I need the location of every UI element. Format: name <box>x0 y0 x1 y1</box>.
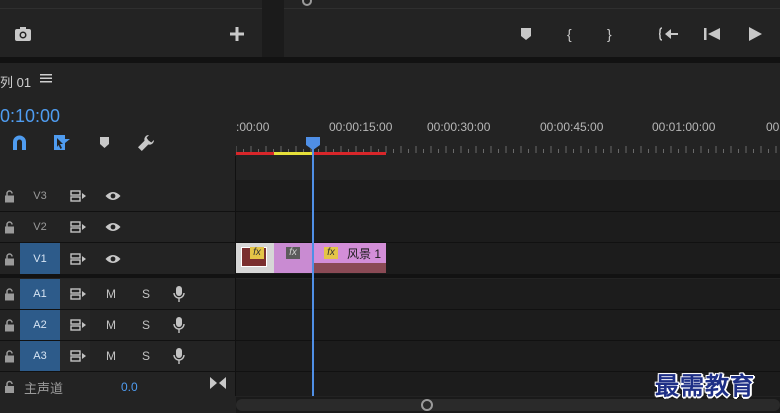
plus-icon[interactable] <box>230 27 244 41</box>
snap-icon[interactable] <box>11 135 28 151</box>
clip-bottom-band <box>312 263 386 273</box>
lock-icon[interactable] <box>4 288 15 301</box>
eye-icon[interactable] <box>105 254 121 264</box>
mark-out-icon[interactable]: } <box>607 26 612 42</box>
ruler-label: 00:00:45:00 <box>540 120 604 134</box>
sequence-tab-title[interactable]: 列 01 <box>0 72 31 91</box>
mute-button-a3[interactable]: M <box>106 349 116 363</box>
program-scrub-bar[interactable] <box>284 8 780 9</box>
track-name-a2[interactable]: A2 <box>20 310 60 340</box>
render-bar-yellow <box>274 152 312 155</box>
ruler-label: :00:00 <box>236 120 270 134</box>
ruler-label: 00:01:00:00 <box>652 120 716 134</box>
mic-icon[interactable] <box>173 348 185 364</box>
render-bar-red <box>236 152 274 155</box>
fx-badge[interactable]: fx <box>324 247 338 259</box>
lock-icon[interactable] <box>4 380 15 393</box>
track-lane-v3[interactable] <box>236 180 780 211</box>
eye-icon[interactable] <box>105 191 121 201</box>
eye-icon[interactable] <box>105 222 121 232</box>
master-volume-value[interactable]: 0.0 <box>121 380 138 394</box>
track-header-a3: A3 M S <box>0 341 235 371</box>
track-name-a1[interactable]: A1 <box>20 279 60 309</box>
lock-icon[interactable] <box>4 221 15 234</box>
panel-gutter <box>262 0 284 57</box>
go-to-in-icon[interactable] <box>659 27 679 41</box>
lock-icon[interactable] <box>4 350 15 363</box>
mic-icon[interactable] <box>173 317 185 333</box>
marker-icon[interactable] <box>520 28 532 41</box>
go-to-edit-icon[interactable] <box>210 377 226 389</box>
mark-in-icon[interactable]: { <box>567 26 572 42</box>
sync-lock-icon[interactable] <box>70 350 87 362</box>
track-name-v3[interactable]: V3 <box>20 180 60 211</box>
play-icon[interactable] <box>748 27 762 41</box>
hamburger-icon[interactable] <box>40 72 52 84</box>
track-lane-v2[interactable] <box>236 212 780 242</box>
ruler-label: 00:00:15:00 <box>329 120 393 134</box>
track-name-v1[interactable]: V1 <box>20 243 60 274</box>
sync-lock-icon[interactable] <box>70 319 87 331</box>
add-marker-icon[interactable] <box>99 137 110 149</box>
track-lane-a2[interactable] <box>236 310 780 340</box>
ruler-label: 00:00:30:00 <box>427 120 491 134</box>
master-track-label: 主声道 <box>24 381 64 396</box>
render-bar-red-2 <box>312 152 386 155</box>
playhead-handle[interactable] <box>305 137 321 151</box>
wrench-icon[interactable] <box>137 134 155 152</box>
sync-lock-icon[interactable] <box>70 221 87 233</box>
watermark-logo: 最需教育 <box>655 372 755 400</box>
lock-icon[interactable] <box>4 319 15 332</box>
video-clip-2[interactable]: fx <box>274 243 312 273</box>
camera-icon[interactable] <box>14 26 32 42</box>
track-header-a2: A2 M S <box>0 310 235 340</box>
fx-badge[interactable]: fx <box>286 247 300 259</box>
linked-selection-icon[interactable] <box>51 134 71 151</box>
track-header-v1: V1 <box>0 243 235 274</box>
video-clip-3[interactable]: fx 风景 1 <box>312 243 386 273</box>
clip-name: 风景 1 <box>347 247 382 261</box>
solo-button-a2[interactable]: S <box>142 318 150 332</box>
track-name-v2[interactable]: V2 <box>20 212 60 242</box>
zoom-handle[interactable] <box>421 399 433 411</box>
video-audio-divider[interactable] <box>0 274 780 278</box>
lock-icon[interactable] <box>4 252 15 265</box>
source-scrub-line <box>0 8 262 9</box>
track-lane-a1[interactable] <box>236 279 780 309</box>
mic-icon[interactable] <box>173 286 185 302</box>
fx-badge[interactable]: fx <box>250 247 264 259</box>
sync-lock-icon[interactable] <box>70 189 87 202</box>
step-back-icon[interactable] <box>704 28 720 40</box>
playhead-line[interactable] <box>312 140 314 396</box>
track-header-v2: V2 <box>0 212 235 242</box>
playhead-timecode[interactable]: 0:10:00 <box>0 106 60 127</box>
track-name-a3[interactable]: A3 <box>20 341 60 371</box>
ruler-label: 00 <box>766 120 780 134</box>
sync-lock-icon[interactable] <box>70 252 87 265</box>
mute-button-a1[interactable]: M <box>106 287 116 301</box>
mute-button-a2[interactable]: M <box>106 318 116 332</box>
sync-lock-icon[interactable] <box>70 288 87 300</box>
track-header-a1: A1 M S <box>0 279 235 309</box>
lock-icon[interactable] <box>4 189 15 202</box>
solo-button-a1[interactable]: S <box>142 287 150 301</box>
video-clip-1[interactable]: fx <box>236 243 274 273</box>
solo-button-a3[interactable]: S <box>142 349 150 363</box>
track-header-v3: V3 <box>0 180 235 211</box>
